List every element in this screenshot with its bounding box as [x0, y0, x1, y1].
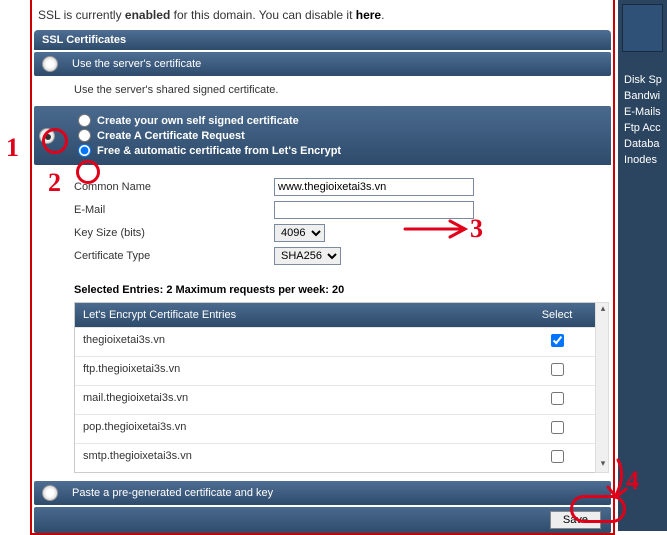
table-row: ftp.thegioixetai3s.vn: [75, 356, 602, 385]
paste-cert-row[interactable]: Paste a pre-generated certificate and ke…: [34, 481, 611, 505]
email-label: E-Mail: [74, 204, 274, 216]
paste-cert-link[interactable]: Paste a pre-generated certificate and ke…: [72, 487, 273, 499]
common-name-input[interactable]: [274, 178, 474, 196]
entry-name: ftp.thegioixetai3s.vn: [75, 357, 512, 385]
scroll-up-arrow-icon[interactable]: ▴: [596, 303, 610, 317]
entries-table: Let's Encrypt Certificate Entries Select…: [74, 302, 603, 473]
certtype-label: Certificate Type: [74, 250, 274, 262]
entry-select-checkbox[interactable]: [551, 421, 564, 434]
entry-name: pop.thegioixetai3s.vn: [75, 415, 512, 443]
common-name-label: Common Name: [74, 181, 274, 193]
use-server-cert-link[interactable]: Use the server's certificate: [72, 58, 201, 70]
opt-self-signed-label[interactable]: Create your own self signed certificate: [97, 115, 299, 127]
sidebar-top-box: [622, 4, 663, 52]
opt-self-signed-radio[interactable]: [78, 114, 91, 127]
scroll-down-arrow-icon[interactable]: ▾: [596, 458, 610, 472]
opt-csr[interactable]: Create A Certificate Request: [78, 129, 605, 142]
use-server-cert-desc: Use the server's shared signed certifica…: [34, 76, 611, 104]
ssl-certificates-header: SSL Certificates: [34, 30, 611, 50]
table-row: pop.thegioixetai3s.vn: [75, 414, 602, 443]
table-row: mail.thegioixetai3s.vn: [75, 385, 602, 414]
opt-letsencrypt-label[interactable]: Free & automatic certificate from Let's …: [97, 145, 341, 157]
opt-csr-radio[interactable]: [78, 129, 91, 142]
sidebar-stat-item: Disk Sp: [618, 72, 667, 88]
keysize-label: Key Size (bits): [74, 227, 274, 239]
sidebar-stat-item: Databa: [618, 136, 667, 152]
email-input[interactable]: [274, 201, 474, 219]
ssl-status-text: SSL is currently enabled for this domain…: [34, 0, 611, 30]
entry-select-checkbox[interactable]: [551, 334, 564, 347]
sidebar-stat-item: Inodes: [618, 152, 667, 168]
table-row: thegioixetai3s.vn: [75, 327, 602, 356]
entry-name: smtp.thegioixetai3s.vn: [75, 444, 512, 472]
create-cert-group-radio[interactable]: [39, 128, 55, 144]
keysize-select[interactable]: 4096: [274, 224, 325, 242]
disable-ssl-link[interactable]: here: [356, 8, 381, 22]
sidebar-stat-item: Ftp Acc: [618, 120, 667, 136]
entry-select-checkbox[interactable]: [551, 363, 564, 376]
selection-summary: Selected Entries: 2 Maximum requests per…: [34, 278, 611, 302]
sidebar-stat-item: E-Mails: [618, 104, 667, 120]
opt-letsencrypt[interactable]: Free & automatic certificate from Let's …: [78, 144, 605, 157]
table-row: smtp.thegioixetai3s.vn: [75, 443, 602, 472]
entry-name: thegioixetai3s.vn: [75, 328, 512, 356]
opt-csr-label[interactable]: Create A Certificate Request: [97, 130, 245, 142]
entries-scrollbar[interactable]: ▴ ▾: [595, 302, 609, 473]
save-bar: Save: [34, 507, 611, 533]
entry-select-checkbox[interactable]: [551, 450, 564, 463]
save-button[interactable]: Save: [550, 511, 601, 529]
entries-header-select: Select: [512, 303, 602, 327]
annotation-1: 1: [6, 133, 19, 163]
use-server-cert-radio[interactable]: [42, 56, 58, 72]
use-server-cert-row[interactable]: Use the server's certificate: [34, 52, 611, 76]
entry-name: mail.thegioixetai3s.vn: [75, 386, 512, 414]
entries-header: Let's Encrypt Certificate Entries Select: [75, 303, 602, 327]
opt-letsencrypt-radio[interactable]: [78, 144, 91, 157]
opt-self-signed[interactable]: Create your own self signed certificate: [78, 114, 605, 127]
sidebar-stat-item: Bandwi: [618, 88, 667, 104]
certtype-select[interactable]: SHA256: [274, 247, 341, 265]
paste-cert-radio[interactable]: [42, 485, 58, 501]
right-sidebar: Disk SpBandwiE-MailsFtp AccDatabaInodes: [618, 0, 667, 531]
entries-header-name: Let's Encrypt Certificate Entries: [75, 303, 512, 327]
entry-select-checkbox[interactable]: [551, 392, 564, 405]
